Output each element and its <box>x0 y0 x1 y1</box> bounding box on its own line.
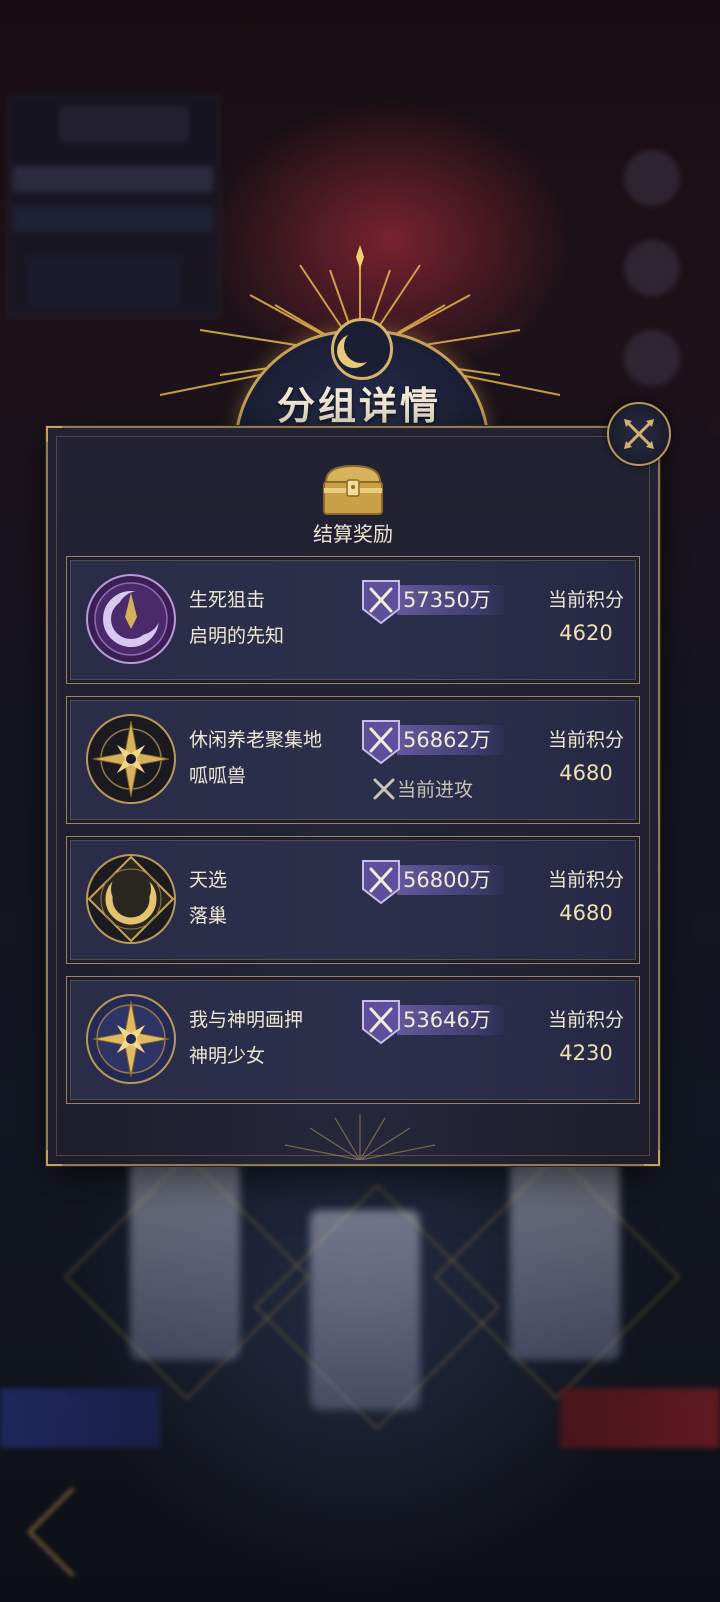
group-row[interactable]: 我与神明画押 神明少女 53646万 当前积分 4230 <box>66 976 640 1104</box>
combat-power: 56800万 <box>361 859 517 907</box>
combat-power-value: 56862万 <box>403 728 491 752</box>
dialog-title: 分组详情 <box>276 384 441 428</box>
guild-emblem-crescent-icon <box>86 574 176 664</box>
score-label: 当前积分 <box>547 589 624 611</box>
score-value: 4680 <box>559 901 613 925</box>
combat-power-value: 57350万 <box>403 588 491 612</box>
background-side-icon <box>624 330 680 386</box>
background-ship <box>510 1160 620 1360</box>
panel-corner <box>46 1150 62 1166</box>
reward-label: 结算奖励 <box>313 522 393 546</box>
score-value: 4620 <box>559 621 613 645</box>
crossed-swords-shield-icon <box>362 1000 400 1045</box>
crossed-swords-shield-icon <box>362 720 400 765</box>
combat-power: 56862万 <box>361 719 517 767</box>
background-side-icon <box>624 240 680 296</box>
crossed-swords-shield-icon <box>362 860 400 905</box>
background-ship <box>130 1160 240 1360</box>
group-row[interactable]: 休闲养老聚集地 呱呱兽 56862万 当前进攻 当前积分 4680 <box>66 696 640 824</box>
close-button[interactable] <box>607 402 671 466</box>
score-label: 当前积分 <box>547 729 624 751</box>
leader-name: 神明少女 <box>189 1045 266 1067</box>
background-back-arrow <box>26 1486 118 1578</box>
score-value: 4680 <box>559 761 613 785</box>
guild-name: 休闲养老聚集地 <box>189 729 323 751</box>
moon-icon <box>331 318 393 380</box>
group-row[interactable]: 天选 落巢 56800万 当前积分 4680 <box>66 836 640 964</box>
current-attack-label: 当前进攻 <box>397 779 474 801</box>
guild-name: 天选 <box>189 869 228 891</box>
bottom-rays-decoration <box>284 1115 436 1160</box>
leader-name: 落巢 <box>189 905 228 927</box>
reward-chest-icon[interactable] <box>320 462 386 518</box>
guild-emblem-compass-icon <box>86 714 176 804</box>
panel-corner <box>644 1150 660 1166</box>
close-icon <box>624 419 654 449</box>
background-right-banner <box>560 1388 720 1448</box>
score-label: 当前积分 <box>547 869 624 891</box>
combat-power: 53646万 <box>361 999 517 1047</box>
guild-name: 生死狙击 <box>189 589 266 611</box>
background-left-banner <box>0 1388 160 1448</box>
combat-power: 57350万 <box>361 579 517 627</box>
current-attack-tag: 当前进攻 <box>371 775 473 802</box>
background-side-icon <box>624 150 680 206</box>
guild-emblem-crescent-gold-icon <box>86 854 176 944</box>
crossed-swords-shield-icon <box>362 580 400 625</box>
score-value: 4230 <box>559 1041 613 1065</box>
score-label: 当前积分 <box>547 1009 624 1031</box>
leader-name: 呱呱兽 <box>189 765 247 787</box>
leader-name: 启明的先知 <box>189 625 285 647</box>
combat-power-value: 56800万 <box>403 868 491 892</box>
combat-power-value: 53646万 <box>403 1008 491 1032</box>
group-row[interactable]: 生死狙击 启明的先知 57350万 当前积分 4620 <box>66 556 640 684</box>
guild-name: 我与神明画押 <box>189 1009 304 1031</box>
panel-corner <box>46 426 62 442</box>
guild-emblem-compass-blue-icon <box>86 994 176 1084</box>
crossed-swords-icon <box>373 778 395 799</box>
background-ship <box>310 1210 420 1410</box>
